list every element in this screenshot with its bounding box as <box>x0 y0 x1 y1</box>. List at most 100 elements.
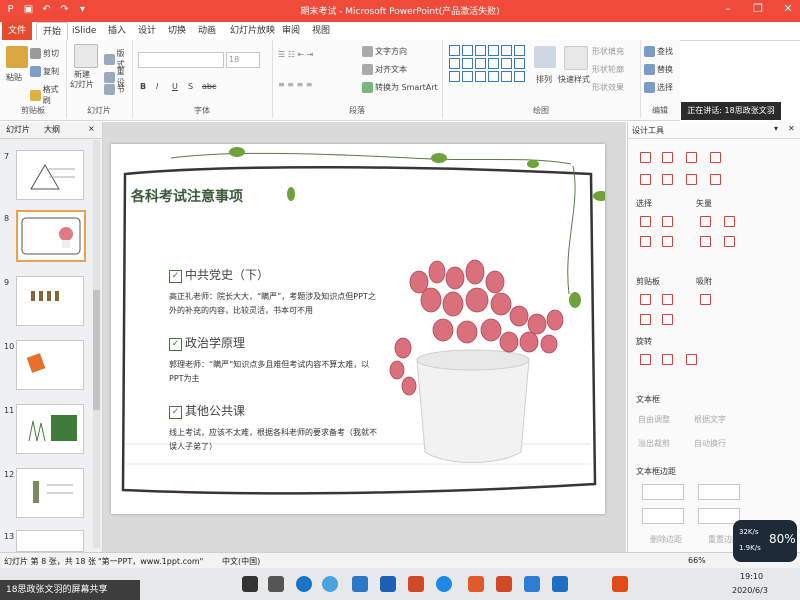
tray-app-icon[interactable] <box>612 576 628 592</box>
word-icon[interactable] <box>380 576 396 592</box>
new-slide-icon[interactable] <box>74 44 98 68</box>
thumbnail-scrollbar[interactable] <box>93 140 100 548</box>
vector-tool-icon[interactable] <box>700 236 711 247</box>
slide-thumbnail-8[interactable] <box>16 210 86 262</box>
quick-styles-button[interactable]: 快速样式 <box>558 74 590 85</box>
task-view-icon[interactable] <box>242 576 258 592</box>
section-body[interactable]: 高正礼老师：院长大大，“瞒严”，考题涉及知识点但PPT之外的补充的内容，比较灵活… <box>169 290 379 318</box>
underline-button[interactable]: U <box>172 82 178 91</box>
align-tool-icon[interactable] <box>640 174 651 185</box>
tab-outline[interactable]: 大纲 <box>44 124 60 135</box>
align-buttons[interactable]: ≡ ≡ ≡ ≡ <box>278 80 312 89</box>
cut-button[interactable]: 剪切 <box>30 48 59 59</box>
auto-wrap-option[interactable]: 自动换行 <box>694 438 726 449</box>
rotate-tool-icon[interactable] <box>640 354 651 365</box>
overflow-clip-option[interactable]: 溢出裁剪 <box>638 438 670 449</box>
align-tool-icon[interactable] <box>662 174 673 185</box>
font-size-select[interactable]: 18 <box>226 52 260 68</box>
slide-thumbnail-11[interactable] <box>16 404 84 454</box>
align-tool-icon[interactable] <box>710 174 721 185</box>
align-tool-icon[interactable] <box>710 152 721 163</box>
tab-view[interactable]: 视图 <box>306 22 336 40</box>
slide-thumbnail-7[interactable] <box>16 150 84 200</box>
tab-design[interactable]: 设计 <box>132 22 162 40</box>
shape-effects-button[interactable]: 形状效果 <box>592 82 624 93</box>
list-buttons[interactable]: ☰ ☷ ⇤ ⇥ <box>278 50 313 59</box>
font-name-select[interactable] <box>138 52 224 68</box>
clipboard-tool-icon[interactable] <box>662 314 673 325</box>
zoom-level[interactable]: 66% <box>688 556 706 565</box>
succulent-illustration[interactable] <box>379 252 569 472</box>
quick-styles-icon[interactable] <box>564 46 588 70</box>
section-heading[interactable]: 中共党史（下） <box>185 266 269 283</box>
find-button[interactable]: 查找 <box>644 46 673 57</box>
slide-thumbnail-10[interactable] <box>16 340 84 390</box>
replace-button[interactable]: 替换 <box>644 64 673 75</box>
fit-text-option[interactable]: 根据文字 <box>694 414 726 425</box>
select-tool-icon[interactable] <box>640 216 651 227</box>
tab-review[interactable]: 审阅 <box>276 22 306 40</box>
slide-thumbnail-12[interactable] <box>16 468 84 518</box>
margin-left-input[interactable] <box>642 484 684 500</box>
tab-islide[interactable]: iSlide <box>66 22 102 40</box>
file-explorer-icon[interactable] <box>268 576 284 592</box>
clock-time[interactable]: 19:10 <box>740 572 763 581</box>
margin-top-input[interactable] <box>642 508 684 524</box>
shape-fill-button[interactable]: 形状填充 <box>592 46 624 57</box>
section-body[interactable]: 线上考试，应该不太难，根据各科老师的要求备考（我就不误人子弟了） <box>169 426 379 454</box>
section-heading[interactable]: 政治学原理 <box>185 334 245 351</box>
pane-menu-icon[interactable]: ▾ <box>774 124 778 133</box>
margin-right-input[interactable] <box>698 484 740 500</box>
edge-icon[interactable] <box>296 576 312 592</box>
vector-tool-icon[interactable] <box>724 236 735 247</box>
select-tool-icon[interactable] <box>662 236 673 247</box>
text-direction-button[interactable]: 文字方向 <box>362 46 407 57</box>
section-button[interactable]: 节 <box>104 84 125 95</box>
powerpoint-window-icon[interactable] <box>496 576 512 592</box>
align-tool-icon[interactable] <box>662 152 673 163</box>
snap-tool-icon[interactable] <box>700 294 711 305</box>
smartart-button[interactable]: 转换为 SmartArt <box>362 82 438 93</box>
clipboard-tool-icon[interactable] <box>640 294 651 305</box>
section-heading[interactable]: 其他公共课 <box>185 402 245 419</box>
tab-transitions[interactable]: 切换 <box>162 22 192 40</box>
meeting-app-icon[interactable] <box>552 576 568 592</box>
shapes-gallery[interactable] <box>448 44 528 92</box>
wps-icon[interactable] <box>468 576 484 592</box>
italic-button[interactable]: I <box>156 82 158 91</box>
tab-animations[interactable]: 动画 <box>192 22 222 40</box>
tab-home[interactable]: 开始 <box>36 22 69 41</box>
paste-button[interactable]: 粘贴 <box>6 72 22 83</box>
minimize-button[interactable]: – <box>720 2 736 15</box>
scrollbar-thumb[interactable] <box>93 290 100 410</box>
tab-insert[interactable]: 插入 <box>102 22 132 40</box>
select-tool-icon[interactable] <box>640 236 651 247</box>
tab-slides[interactable]: 幻灯片 <box>6 124 30 135</box>
ie-icon[interactable] <box>436 576 452 592</box>
vector-tool-icon[interactable] <box>700 216 711 227</box>
vector-tool-icon[interactable] <box>724 216 735 227</box>
slide-title[interactable]: 各科考试注意事项 <box>131 186 243 206</box>
align-text-button[interactable]: 对齐文本 <box>362 64 407 75</box>
tab-file[interactable]: 文件 <box>2 22 33 40</box>
new-slide-button[interactable]: 新建 幻灯片 <box>70 70 94 90</box>
bold-button[interactable]: B <box>140 82 146 91</box>
slide-thumbnail-13[interactable] <box>16 530 84 552</box>
app-icon[interactable] <box>352 576 368 592</box>
rotate-tool-icon[interactable] <box>662 354 673 365</box>
paste-icon[interactable] <box>6 46 28 68</box>
shape-outline-button[interactable]: 形状轮廓 <box>592 64 624 75</box>
language-status[interactable]: 中文(中国) <box>222 556 260 567</box>
powerpoint-icon[interactable] <box>408 576 424 592</box>
select-button[interactable]: 选择 <box>644 82 673 93</box>
pane-close-icon[interactable]: ✕ <box>788 124 795 133</box>
current-slide[interactable]: 各科考试注意事项 ✓ 中共党史（下） 高正礼老师：院长大大，“瞒严”，考题涉及知… <box>111 144 605 514</box>
align-tool-icon[interactable] <box>686 152 697 163</box>
delete-margin-button[interactable]: 删除边距 <box>650 534 682 545</box>
strikethrough-button[interactable]: abc <box>202 82 216 91</box>
auto-adjust-option[interactable]: 自由调整 <box>638 414 670 425</box>
clipboard-tool-icon[interactable] <box>662 294 673 305</box>
phone-app-icon[interactable] <box>524 576 540 592</box>
align-tool-icon[interactable] <box>686 174 697 185</box>
screen-share-banner[interactable]: 18思政张文羽的屏幕共享 <box>0 580 140 600</box>
